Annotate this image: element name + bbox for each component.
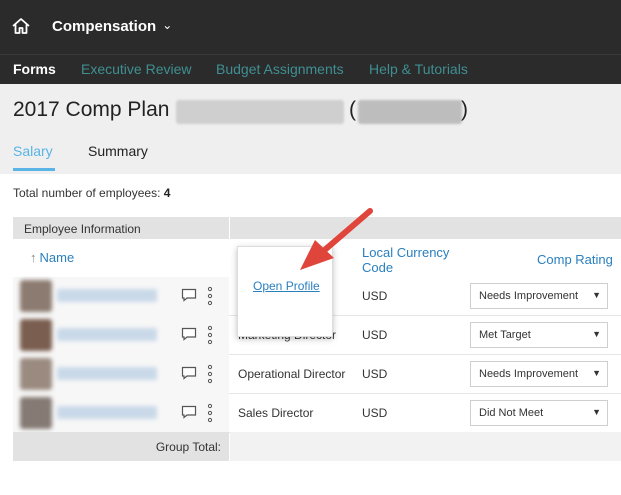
- table-row: Operational Director USD Needs Improveme…: [13, 355, 621, 394]
- more-options-icon[interactable]: [206, 364, 214, 384]
- page-title: 2017 Comp Plan: [13, 98, 170, 121]
- employee-count-label: Total number of employees:: [13, 186, 161, 200]
- comp-rating-select[interactable]: Did Not Meet ▼: [470, 400, 608, 426]
- tab-salary[interactable]: Salary: [13, 143, 53, 159]
- row-options-popup: Open Profile: [237, 246, 333, 337]
- comment-icon[interactable]: [181, 366, 197, 380]
- comment-icon[interactable]: [181, 327, 197, 341]
- comp-rating-value: Did Not Meet: [479, 407, 544, 419]
- active-tab-underline: [13, 168, 55, 171]
- more-options-icon[interactable]: [206, 325, 214, 345]
- comment-icon[interactable]: [181, 288, 197, 302]
- comp-rating-value: Needs Improvement: [479, 290, 579, 302]
- avatar: [20, 319, 52, 351]
- sort-up-arrow-icon: ↑: [30, 250, 37, 265]
- paren-close: ): [461, 98, 468, 121]
- employee-info-header: Employee Information: [13, 217, 229, 239]
- table-header-right: [230, 217, 621, 239]
- column-lcc-label: Local Currency Code: [362, 245, 450, 275]
- comp-rating-select[interactable]: Needs Improvement ▼: [470, 361, 608, 387]
- currency-code: USD: [362, 328, 388, 342]
- dropdown-caret-icon: ▼: [592, 329, 601, 339]
- column-name-label: Name: [39, 250, 75, 265]
- currency-code: USD: [362, 289, 388, 303]
- home-icon[interactable]: [11, 16, 31, 36]
- module-menu-compensation[interactable]: Compensation ⌄: [52, 18, 172, 35]
- job-title: Sales Director: [238, 406, 314, 420]
- comment-icon[interactable]: [181, 405, 197, 419]
- dropdown-caret-icon: ▼: [592, 407, 601, 417]
- comp-rating-select[interactable]: Needs Improvement ▼: [470, 283, 608, 309]
- group-total-values: [230, 432, 621, 461]
- tab-help-tutorials[interactable]: Help & Tutorials: [369, 61, 468, 77]
- more-options-icon[interactable]: [206, 286, 214, 306]
- redacted-employee-name: [176, 100, 344, 124]
- tab-budget-assignments[interactable]: Budget Assignments: [216, 61, 344, 77]
- tab-forms[interactable]: Forms: [13, 61, 56, 77]
- open-profile-link[interactable]: Open Profile: [253, 279, 320, 293]
- dropdown-caret-icon: ▼: [592, 368, 601, 378]
- redacted-name-link[interactable]: [57, 328, 157, 341]
- tab-summary[interactable]: Summary: [88, 143, 148, 159]
- top-bar: Compensation ⌄: [0, 0, 621, 54]
- table-row: Sales Director USD Did Not Meet ▼: [13, 394, 621, 433]
- avatar: [20, 280, 52, 312]
- currency-code: USD: [362, 367, 388, 381]
- comp-rating-select[interactable]: Met Target ▼: [470, 322, 608, 348]
- currency-code: USD: [362, 406, 388, 420]
- employee-count: Total number of employees: 4: [13, 186, 170, 200]
- more-options-icon[interactable]: [206, 403, 214, 423]
- paren-open: (: [349, 98, 356, 121]
- form-header: 2017 Comp Plan ( ) Salary Summary: [0, 84, 621, 174]
- comp-rating-value: Met Target: [479, 329, 531, 341]
- column-local-currency-code[interactable]: Local Currency Code: [362, 245, 457, 275]
- column-name-sort[interactable]: ↑ Name: [30, 250, 74, 265]
- redacted-name-link[interactable]: [57, 406, 157, 419]
- redacted-name-link[interactable]: [57, 367, 157, 380]
- comp-rating-value: Needs Improvement: [479, 368, 579, 380]
- group-total-label: Group Total:: [13, 432, 229, 461]
- redacted-employee-id: [358, 100, 462, 124]
- redacted-name-link[interactable]: [57, 289, 157, 302]
- avatar: [20, 397, 52, 429]
- module-menu-label: Compensation: [52, 18, 157, 35]
- nav-bar: Forms Executive Review Budget Assignment…: [0, 54, 621, 84]
- employee-count-value: 4: [163, 186, 171, 200]
- chevron-down-icon: ⌄: [162, 18, 173, 32]
- avatar: [20, 358, 52, 390]
- job-title: Operational Director: [238, 367, 346, 381]
- dropdown-caret-icon: ▼: [592, 290, 601, 300]
- column-comp-rating[interactable]: Comp Rating: [537, 252, 613, 267]
- tab-executive-review[interactable]: Executive Review: [81, 61, 192, 77]
